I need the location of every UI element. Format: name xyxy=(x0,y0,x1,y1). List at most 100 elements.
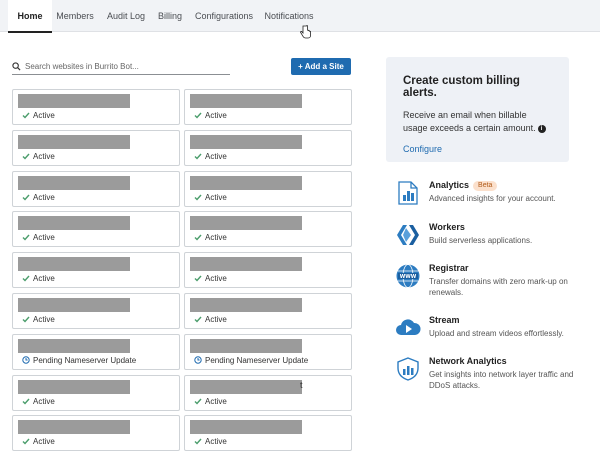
product-desc: Upload and stream videos effortlessly. xyxy=(429,329,564,338)
redacted-site-name xyxy=(18,420,130,435)
configure-link[interactable]: Configure xyxy=(403,144,442,154)
site-card[interactable]: Active xyxy=(184,293,352,329)
site-status-label: Active xyxy=(33,315,55,324)
site-status: Active xyxy=(22,111,55,120)
billing-alert-title: Create custom billing alerts. xyxy=(403,75,520,99)
billing-alert-card: Create custom billing alerts. Receive an… xyxy=(386,57,569,162)
product-analytics[interactable]: Analytics Beta Advanced insights for your… xyxy=(395,180,595,214)
tab-members[interactable]: Members xyxy=(54,0,96,32)
check-icon xyxy=(22,234,30,241)
redacted-site-name xyxy=(190,257,302,272)
product-stream[interactable]: Stream Upload and stream videos effortle… xyxy=(395,315,595,349)
site-status-label: Pending Nameserver Update xyxy=(33,355,137,365)
site-card[interactable]: Active xyxy=(12,170,180,207)
site-status: Active xyxy=(22,193,55,202)
site-status: Active xyxy=(22,437,55,446)
site-status-label: Active xyxy=(33,233,55,243)
stream-icon xyxy=(396,319,421,335)
check-icon xyxy=(22,316,30,323)
site-card[interactable]: Pending Nameserver Update xyxy=(12,333,180,370)
product-desc: Get insights into network layer traffic … xyxy=(429,370,574,390)
check-icon xyxy=(22,153,30,160)
site-card[interactable]: Active xyxy=(12,374,180,411)
tab-home[interactable]: Home xyxy=(8,0,52,33)
product-name: Stream xyxy=(429,315,460,325)
site-status: Active xyxy=(22,315,55,324)
site-status: Active xyxy=(194,111,227,120)
redacted-site-name xyxy=(18,94,130,108)
check-icon xyxy=(22,112,30,119)
product-desc: Build serverless applications. xyxy=(429,236,533,245)
redacted-site-name xyxy=(190,175,302,190)
site-card[interactable]: Active xyxy=(12,129,180,166)
redacted-site-name xyxy=(18,175,130,190)
product-desc: Advanced insights for your account. xyxy=(429,194,556,203)
product-registrar[interactable]: WWW Registrar Transfer domains with zero… xyxy=(395,263,595,297)
network-analytics-icon xyxy=(397,357,419,381)
redacted-site-name xyxy=(190,94,302,108)
check-icon xyxy=(194,275,202,282)
site-status-label: Active xyxy=(205,151,227,161)
site-card[interactable]: Active xyxy=(12,415,180,451)
site-card[interactable]: t Active xyxy=(184,374,352,411)
search-bar xyxy=(12,59,230,75)
site-status-label: Active xyxy=(33,151,55,161)
site-status: Active xyxy=(194,233,227,242)
analytics-icon xyxy=(398,181,418,205)
svg-text:WWW: WWW xyxy=(400,274,417,280)
site-card[interactable]: Active xyxy=(184,252,352,289)
redacted-site-name xyxy=(18,134,130,149)
site-status-label: Active xyxy=(33,111,55,120)
tab-audit-log[interactable]: Audit Log xyxy=(104,0,148,32)
site-status-label: Active xyxy=(205,437,227,447)
redacted-site-name xyxy=(190,298,302,312)
site-status: Active xyxy=(194,152,227,161)
site-card[interactable]: Active xyxy=(184,415,352,451)
site-card[interactable]: Active xyxy=(184,129,352,166)
site-status-label: Active xyxy=(205,192,227,202)
site-status-label: Active xyxy=(33,396,55,406)
search-input[interactable] xyxy=(25,59,225,74)
site-status-label: Active xyxy=(205,111,227,120)
redacted-site-name xyxy=(190,134,302,149)
check-icon xyxy=(194,234,202,241)
site-status: Pending Nameserver Update xyxy=(22,356,136,365)
site-card[interactable]: Active xyxy=(184,211,352,248)
site-status: Active xyxy=(194,397,227,406)
site-status-label: Active xyxy=(33,192,55,202)
product-network-analytics[interactable]: Network Analytics Get insights into netw… xyxy=(395,356,595,390)
check-icon xyxy=(194,398,202,405)
site-status-label: Active xyxy=(205,274,227,284)
redacted-site-name xyxy=(190,338,302,353)
tab-billing[interactable]: Billing xyxy=(155,0,185,32)
check-icon xyxy=(22,398,30,405)
add-site-button[interactable]: + Add a Site xyxy=(291,58,351,75)
site-status-label: Active xyxy=(205,396,227,406)
site-card[interactable]: Pending Nameserver Update xyxy=(184,333,352,370)
site-status: Pending Nameserver Update xyxy=(194,356,308,365)
site-status-label: Active xyxy=(205,233,227,243)
site-card[interactable]: Active xyxy=(12,293,180,329)
site-card[interactable]: Active xyxy=(12,89,180,125)
info-icon[interactable]: i xyxy=(537,125,546,133)
site-card[interactable]: Active xyxy=(184,89,352,125)
clock-icon xyxy=(22,356,30,364)
check-icon xyxy=(22,438,30,445)
redacted-site-name xyxy=(190,216,302,231)
tab-configurations[interactable]: Configurations xyxy=(193,0,255,32)
site-status-label: Active xyxy=(205,315,227,324)
site-status: Active xyxy=(194,193,227,202)
product-workers[interactable]: Workers Build serverless applications. xyxy=(395,222,595,256)
registrar-icon: WWW xyxy=(396,264,420,288)
product-name: Registrar xyxy=(429,263,469,273)
site-card[interactable]: Active xyxy=(12,211,180,248)
clock-icon xyxy=(194,356,202,364)
redacted-site-name xyxy=(18,338,130,353)
product-name: Network Analytics xyxy=(429,356,507,366)
site-card[interactable]: Active xyxy=(12,252,180,289)
site-card[interactable]: Active xyxy=(184,170,352,207)
check-icon xyxy=(194,194,202,201)
redacted-site-name xyxy=(190,379,302,394)
check-icon xyxy=(194,316,202,323)
redacted-site-name xyxy=(18,298,130,312)
